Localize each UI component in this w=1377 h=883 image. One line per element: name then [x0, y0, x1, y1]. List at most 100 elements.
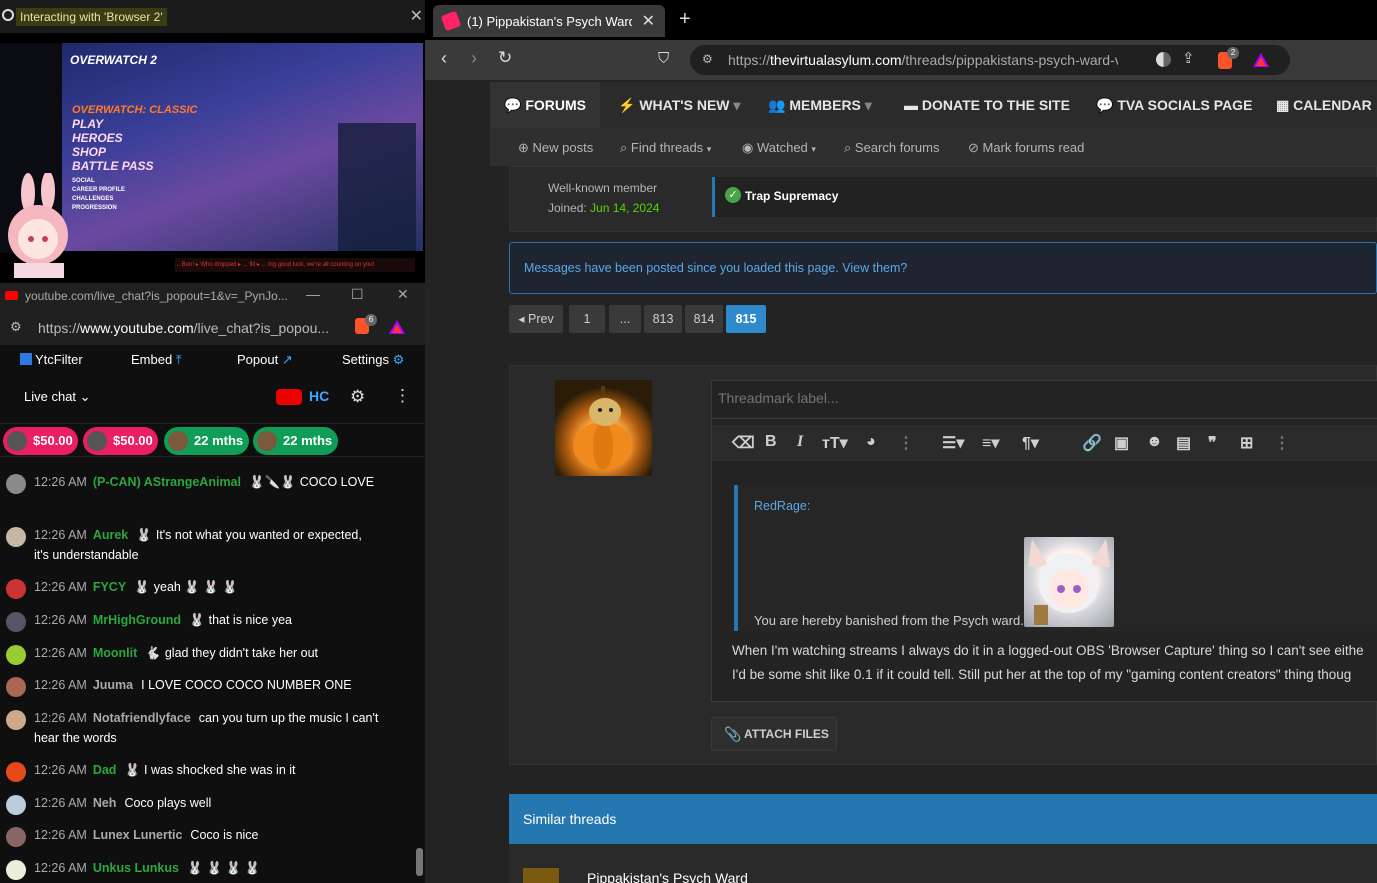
settings-button[interactable]: Settings ⚙	[342, 352, 404, 368]
chat-author[interactable]: Moonlit	[93, 646, 137, 660]
chat-author[interactable]: Dad	[93, 763, 117, 777]
site-info-icon[interactable]: ⚙	[702, 52, 713, 66]
quote-icon[interactable]: ❞	[1208, 433, 1217, 453]
embed-button[interactable]: Embed ⤒	[131, 352, 182, 368]
reload-icon[interactable]: ↻	[498, 48, 512, 68]
list-icon[interactable]: ☰▾	[942, 433, 964, 453]
more-vert-icon[interactable]: ⋮	[898, 433, 914, 453]
ticker-pill[interactable]: 22 mths	[164, 427, 249, 455]
nav-donate[interactable]: ▬ DONATE TO THE SITE	[904, 97, 1070, 113]
chat-author[interactable]: Notafriendlyface	[93, 711, 191, 725]
close-icon[interactable]: ✕	[397, 286, 409, 303]
chat-author[interactable]: MrHighGround	[93, 613, 181, 627]
chat-author[interactable]: Unkus Lunkus	[93, 861, 179, 875]
chat-message[interactable]: 12:26 AM Aurek 🐰 It's not what you wanted o…	[0, 525, 415, 565]
subnav-search-forums[interactable]: ⌕ Search forums	[844, 140, 939, 156]
holodex-icon[interactable]	[276, 389, 302, 405]
more-vert-icon[interactable]: ⋮	[1274, 433, 1290, 453]
chat-message[interactable]: 12:26 AM Juuma I LOVE COCO COCO NUMBER ONE	[0, 675, 415, 697]
chat-author[interactable]: Aurek	[93, 528, 128, 542]
reply-text[interactable]: When I'm watching streams I always do it…	[732, 639, 1377, 687]
chat-scrollbar[interactable]	[416, 848, 423, 876]
pager-prev[interactable]: ◂ Prev	[509, 305, 563, 333]
close-icon[interactable]: ✕	[642, 11, 655, 31]
align-icon[interactable]: ≡▾	[982, 433, 999, 453]
nav-forums[interactable]: 💬 FORUMS	[504, 97, 586, 114]
link-icon[interactable]: 🔗	[1082, 433, 1102, 453]
more-vert-icon[interactable]: ⋮	[394, 386, 411, 406]
address-url[interactable]: https://thevirtualasylum.com/threads/pip…	[728, 52, 1118, 68]
chat-message[interactable]: 12:26 AM Moonlit 🐇 glad they didn't take he…	[0, 643, 415, 665]
nav-members[interactable]: 👥 MEMBERS ▾	[768, 97, 872, 114]
share-icon[interactable]: ⇪	[1182, 49, 1195, 67]
ytcfilter-button[interactable]: YtcFilter	[20, 352, 83, 367]
pager-page[interactable]: 814	[685, 305, 723, 333]
chat-message[interactable]: 12:26 AM Dad 🐰 I was shocked she was in it	[0, 760, 415, 782]
chat-author[interactable]: Lunex Lunertic	[93, 828, 183, 842]
chat-message[interactable]: 12:26 AM MrHighGround 🐰 that is nice yea	[0, 610, 415, 632]
gear-icon[interactable]: ⚙	[350, 387, 365, 407]
hc-button[interactable]: HC	[309, 388, 329, 404]
chat-message[interactable]: 12:26 AM Notafriendlyface can you turn up …	[0, 708, 415, 748]
subnav-mark-read[interactable]: ⊘ Mark forums read	[968, 140, 1084, 156]
chat-message[interactable]: 12:26 AM Lunex Lunertic Coco is nice	[0, 825, 415, 847]
site-info-icon[interactable]: ⚙	[10, 319, 22, 335]
chat-message[interactable]: 12:26 AM Unkus Lunkus 🐰 🐰 🐰 🐰	[0, 858, 415, 880]
reader-mode-icon[interactable]	[1156, 52, 1171, 67]
live-chat-mode-dropdown[interactable]: Live chat ⌄	[24, 389, 91, 405]
nav-calendar[interactable]: ▦ CALENDAR	[1276, 97, 1372, 114]
avatar[interactable]	[555, 380, 652, 476]
chat-author[interactable]: FYCY	[93, 580, 126, 594]
new-tab-icon[interactable]: +	[679, 8, 691, 31]
notice-text[interactable]: Messages have been posted since you load…	[524, 261, 907, 275]
palette-icon[interactable]: ◕	[866, 433, 876, 451]
ticker-pill[interactable]: $50.00	[83, 427, 158, 455]
media-icon[interactable]: ▤	[1176, 433, 1191, 453]
back-icon[interactable]: ‹	[441, 48, 447, 69]
table-icon[interactable]: ⊞	[1240, 433, 1253, 453]
youtube-address-bar[interactable]: ⚙ https://www.youtube.com/live_chat?is_p…	[0, 309, 425, 345]
quote-author[interactable]: RedRage:	[754, 499, 810, 513]
pager-ellipsis[interactable]: ...	[609, 305, 641, 333]
attach-files-button[interactable]: 📎 ATTACH FILES	[711, 717, 837, 751]
pager-current[interactable]: 815	[726, 305, 766, 333]
text-size-icon[interactable]: тT▾	[822, 433, 848, 453]
threadmark-input[interactable]	[718, 390, 1318, 406]
similar-thread-item[interactable]: Pippakistan's Psych Ward	[509, 844, 1377, 883]
ticker-pill[interactable]: 22 mths	[253, 427, 338, 455]
ticker-pill[interactable]: $50.00	[3, 427, 78, 455]
address-bar[interactable]: ⚙ https://thevirtualasylum.com/threads/p…	[690, 45, 1290, 75]
close-icon[interactable]: ✕	[410, 6, 423, 26]
bookmark-icon[interactable]: ⛉	[658, 50, 669, 67]
youtube-url[interactable]: https://www.youtube.com/live_chat?is_pop…	[38, 320, 329, 336]
nav-whats-new[interactable]: ⚡ WHAT'S NEW ▾	[618, 97, 740, 114]
minimize-icon[interactable]: —	[306, 286, 320, 302]
eraser-icon[interactable]: ⌫	[732, 433, 755, 453]
pager-page[interactable]: 813	[644, 305, 682, 333]
chat-author[interactable]: Juuma	[93, 678, 133, 692]
subnav-new-posts[interactable]: ⊕ New posts	[518, 140, 593, 156]
chat-message[interactable]: 12:26 AM (P-CAN) AStrangeAnimal 🐰🔪🐰 COCO LO…	[0, 472, 415, 512]
bold-icon[interactable]: B	[765, 433, 777, 451]
paragraph-icon[interactable]: ¶▾	[1022, 433, 1039, 453]
similar-thread-title[interactable]: Pippakistan's Psych Ward	[587, 870, 748, 883]
chat-author[interactable]: Neh	[93, 796, 117, 810]
subnav-find-threads[interactable]: ⌕ Find threads ▾	[620, 140, 711, 156]
maximize-icon[interactable]: ☐	[351, 286, 364, 303]
popout-button[interactable]: Popout ↗	[237, 352, 293, 368]
forward-icon[interactable]: ›	[471, 48, 477, 69]
brave-rewards-icon[interactable]	[388, 319, 406, 335]
user-joined: Joined: Jun 14, 2024	[548, 201, 659, 215]
chat-author[interactable]: (P-CAN) AStrangeAnimal	[93, 475, 241, 489]
smiley-icon[interactable]: ☻	[1146, 433, 1163, 451]
new-messages-notice[interactable]: Messages have been posted since you load…	[509, 242, 1377, 294]
subnav-watched[interactable]: ◉ Watched ▾	[742, 140, 816, 156]
pager-page[interactable]: 1	[569, 305, 605, 333]
nav-socials[interactable]: 💬 TVA SOCIALS PAGE	[1096, 97, 1252, 114]
brave-rewards-icon[interactable]	[1252, 52, 1270, 68]
image-icon[interactable]: ▣	[1114, 433, 1129, 453]
browser-tab[interactable]: (1) Pippakistan's Psych Ward v3 ✕	[433, 5, 665, 37]
chat-message[interactable]: 12:26 AM Neh Coco plays well	[0, 793, 415, 815]
italic-icon[interactable]: I	[797, 433, 803, 451]
chat-message[interactable]: 12:26 AM FYCY 🐰 yeah 🐰 🐰 🐰	[0, 577, 415, 599]
